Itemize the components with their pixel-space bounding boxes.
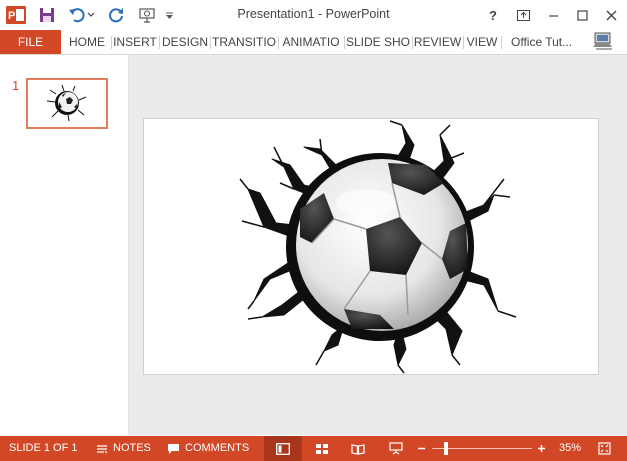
slide-editing-area bbox=[129, 55, 627, 435]
normal-view-button[interactable] bbox=[264, 436, 302, 461]
zoom-in-button[interactable] bbox=[532, 440, 550, 457]
notes-button[interactable]: NOTES bbox=[96, 436, 151, 461]
tab-home[interactable]: HOME bbox=[64, 30, 110, 54]
tab-slide-show[interactable]: SLIDE SHO bbox=[345, 30, 411, 54]
help-icon[interactable]: ? bbox=[481, 5, 505, 25]
account-avatar-icon[interactable] bbox=[592, 31, 614, 51]
comments-button[interactable]: COMMENTS bbox=[167, 436, 249, 461]
normal-view-icon bbox=[276, 442, 290, 455]
fit-slide-button[interactable] bbox=[592, 440, 616, 457]
notes-icon bbox=[97, 444, 108, 453]
reading-view-button[interactable] bbox=[346, 440, 370, 457]
ribbon-tabs: FILE HOME INSERT DESIGN TRANSITIO ANIMAT… bbox=[0, 30, 627, 55]
tab-design[interactable]: DESIGN bbox=[160, 30, 210, 54]
account-name[interactable]: Office Tut... bbox=[511, 30, 572, 54]
slide-canvas[interactable] bbox=[143, 118, 599, 375]
plus-icon bbox=[537, 445, 545, 452]
soccer-ball-thumbnail-image bbox=[46, 84, 87, 122]
slide-counter[interactable]: SLIDE 1 OF 1 bbox=[9, 436, 77, 461]
slide-show-icon bbox=[389, 442, 403, 455]
slide-show-button[interactable] bbox=[384, 440, 408, 457]
comment-icon bbox=[168, 443, 179, 454]
notes-label: NOTES bbox=[113, 442, 151, 454]
slide-sorter-button[interactable] bbox=[310, 440, 334, 457]
reading-view-icon bbox=[351, 443, 365, 455]
comments-label: COMMENTS bbox=[185, 442, 250, 454]
fit-to-window-icon bbox=[597, 442, 611, 455]
title-bar: P Presentation1 - PowerPoint ? bbox=[0, 0, 627, 30]
tab-animations[interactable]: ANIMATIO bbox=[279, 30, 343, 54]
minus-icon bbox=[417, 447, 425, 450]
zoom-slider-thumb[interactable] bbox=[444, 442, 448, 455]
zoom-out-button[interactable] bbox=[412, 440, 430, 457]
slide-thumbnail[interactable] bbox=[26, 78, 108, 129]
tab-view[interactable]: VIEW bbox=[464, 30, 500, 54]
ribbon-display-options-icon[interactable] bbox=[511, 5, 535, 25]
tab-transitions[interactable]: TRANSITIO bbox=[211, 30, 277, 54]
maximize-icon[interactable] bbox=[570, 5, 594, 25]
close-icon[interactable] bbox=[599, 5, 623, 25]
soccer-ball-breaking-wall-image[interactable] bbox=[144, 119, 598, 374]
tab-file[interactable]: FILE bbox=[0, 30, 61, 54]
zoom-level[interactable]: 35% bbox=[559, 436, 581, 461]
status-bar: SLIDE 1 OF 1 NOTES COMMENTS 35% bbox=[0, 436, 627, 461]
slide-thumbnail-pane: 1 bbox=[0, 55, 129, 435]
tab-divider bbox=[501, 36, 502, 49]
tab-review[interactable]: REVIEW bbox=[413, 30, 462, 54]
tab-insert[interactable]: INSERT bbox=[112, 30, 158, 54]
minimize-icon[interactable] bbox=[541, 5, 565, 25]
slide-number: 1 bbox=[12, 78, 20, 93]
slide-sorter-icon bbox=[316, 443, 328, 454]
